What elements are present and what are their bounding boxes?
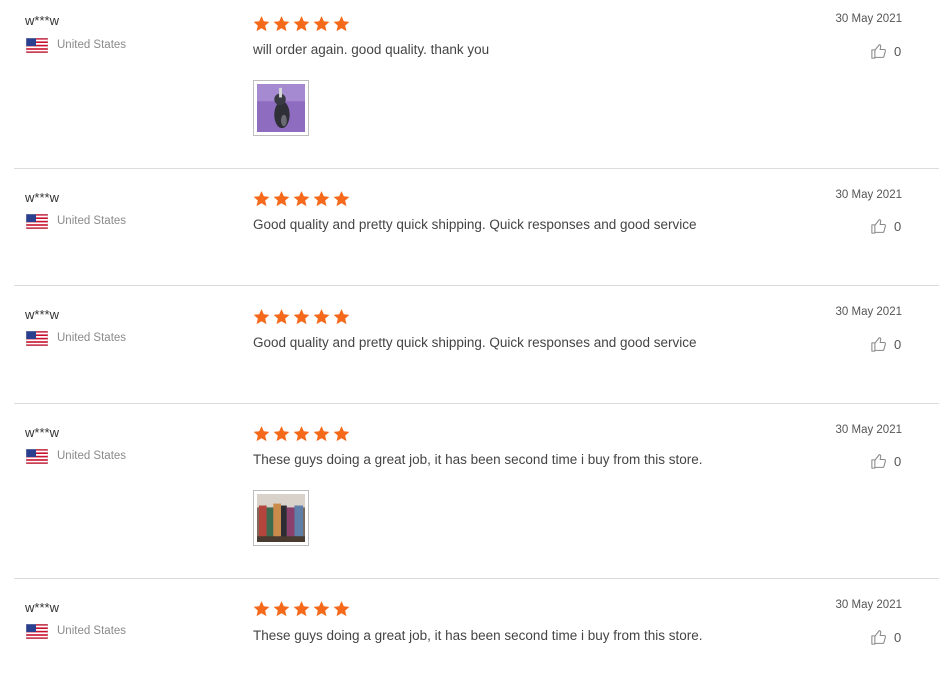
country-label: United States (57, 215, 127, 227)
star-icon (273, 191, 290, 207)
star-rating (252, 15, 352, 33)
star-icon (253, 16, 270, 32)
reviewer-name: w***w (25, 307, 59, 322)
country-label: United States (57, 450, 127, 462)
review-date: 30 May 2021 (835, 13, 903, 25)
review-list: w***w United States will order again. go… (0, 0, 946, 690)
product-photo-icon (257, 84, 305, 132)
star-icon (333, 16, 350, 32)
review-item: w***w United States Good quality and pre… (0, 285, 946, 404)
review-text: Good quality and pretty quick shipping. … (253, 217, 697, 232)
star-icon (293, 601, 310, 617)
review-date: 30 May 2021 (835, 424, 903, 436)
star-icon (253, 191, 270, 207)
product-photo-icon (257, 494, 305, 542)
star-rating (252, 600, 352, 618)
reviewer-name: w***w (25, 190, 59, 205)
star-icon (333, 426, 350, 442)
star-icon (273, 309, 290, 325)
star-rating (252, 425, 352, 443)
review-photo-thumbnail[interactable] (253, 490, 309, 546)
star-rating (252, 190, 352, 208)
star-icon (333, 601, 350, 617)
helpful-button[interactable]: 0 (870, 42, 901, 60)
star-icon (313, 426, 330, 442)
review-item: w***w United States will order again. go… (0, 0, 946, 169)
star-icon (253, 426, 270, 442)
reviewer-country: United States (26, 213, 126, 229)
review-text: These guys doing a great job, it has bee… (253, 452, 703, 467)
thumbs-up-icon (871, 337, 886, 352)
star-icon (293, 16, 310, 32)
review-item: w***w United States These guys doing a g… (0, 578, 946, 690)
thumbs-up-icon (871, 630, 886, 645)
reviewer-name: w***w (25, 600, 59, 615)
us-flag-icon (26, 623, 48, 639)
review-text: These guys doing a great job, it has bee… (253, 628, 703, 643)
star-icon (253, 601, 270, 617)
thumbs-up-icon (871, 44, 886, 59)
star-icon (313, 191, 330, 207)
helpful-button[interactable]: 0 (870, 217, 901, 235)
review-photo-thumbnail[interactable] (253, 80, 309, 136)
star-icon (313, 16, 330, 32)
us-flag-icon (26, 448, 48, 464)
us-flag-icon (26, 213, 48, 229)
reviewer-country: United States (26, 37, 126, 53)
review-text: Good quality and pretty quick shipping. … (253, 335, 697, 350)
star-icon (273, 601, 290, 617)
review-date: 30 May 2021 (835, 599, 903, 611)
reviewer-name: w***w (25, 13, 59, 28)
helpful-button[interactable]: 0 (870, 452, 901, 470)
reviewer-name: w***w (25, 425, 59, 440)
star-icon (273, 426, 290, 442)
reviewer-country: United States (26, 623, 126, 639)
country-label: United States (57, 332, 127, 344)
star-icon (313, 601, 330, 617)
star-icon (293, 309, 310, 325)
review-item: w***w United States Good quality and pre… (0, 168, 946, 286)
star-rating (252, 308, 352, 326)
like-count: 0 (894, 43, 902, 59)
star-icon (293, 191, 310, 207)
country-label: United States (57, 625, 127, 637)
star-icon (293, 426, 310, 442)
country-label: United States (57, 39, 127, 51)
review-text: will order again. good quality. thank yo… (253, 42, 490, 57)
helpful-button[interactable]: 0 (870, 335, 901, 353)
review-date: 30 May 2021 (835, 189, 903, 201)
star-icon (253, 309, 270, 325)
us-flag-icon (26, 330, 48, 346)
star-icon (333, 191, 350, 207)
like-count: 0 (894, 453, 902, 469)
like-count: 0 (894, 336, 902, 352)
star-icon (313, 309, 330, 325)
star-icon (333, 309, 350, 325)
us-flag-icon (26, 37, 48, 53)
review-date: 30 May 2021 (835, 306, 903, 318)
like-count: 0 (894, 218, 902, 234)
star-icon (273, 16, 290, 32)
reviewer-country: United States (26, 330, 126, 346)
helpful-button[interactable]: 0 (870, 628, 901, 646)
review-item: w***w United States These guys doing a g… (0, 403, 946, 579)
thumbs-up-icon (871, 219, 886, 234)
reviewer-country: United States (26, 448, 126, 464)
like-count: 0 (894, 629, 902, 645)
thumbs-up-icon (871, 454, 886, 469)
